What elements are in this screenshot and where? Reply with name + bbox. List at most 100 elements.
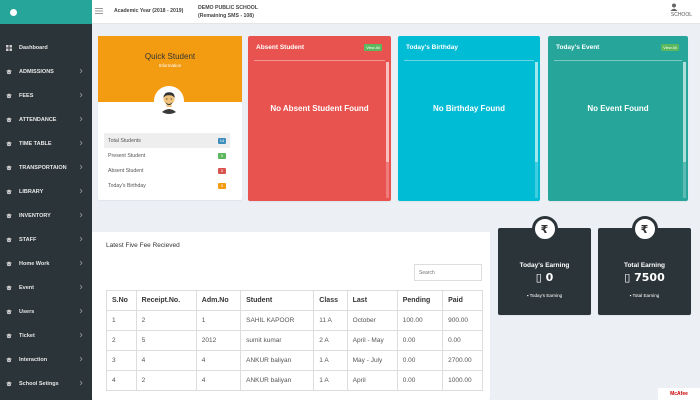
- sidebar-item-ticket[interactable]: Ticket: [0, 324, 92, 348]
- table-cell: May - July: [346, 350, 398, 371]
- dashboard-icon: [6, 45, 12, 51]
- divider: [404, 60, 534, 61]
- scrollbar-thumb[interactable]: [535, 62, 538, 162]
- stat-label: Present Student: [108, 152, 146, 159]
- table-cell: ANKUR baliyan: [240, 350, 315, 371]
- graduation-icon: [6, 381, 12, 387]
- column-header[interactable]: Receipt.No.: [135, 290, 197, 311]
- sms-remaining: (Remaining SMS - 108): [198, 13, 254, 19]
- table-row: 3 4 4 ANKUR baliyan 1 A May - July 0.00 2700.00: [106, 350, 483, 371]
- logo[interactable]: [0, 0, 92, 24]
- school-name: DEMO PUBLIC SCHOOL (Remaining SMS - 108): [198, 4, 258, 20]
- sidebar-item-home-work[interactable]: Home Work: [0, 252, 92, 276]
- quick-student-card: Quick Student Information Total Students…: [98, 36, 242, 200]
- fee-search-input[interactable]: [414, 264, 482, 281]
- sidebar-item-fees[interactable]: FEES: [0, 84, 92, 108]
- chevron-right-icon: [78, 116, 84, 122]
- sidebar: Dashboard ADMISSIONS FEES ATTENDANCE TIME TA…: [0, 0, 92, 400]
- user-label: SCHOOL: [670, 12, 692, 18]
- sidebar-item-label: TRANSPORTAION: [19, 165, 67, 171]
- column-header[interactable]: Student: [240, 290, 315, 311]
- sidebar-item-users[interactable]: Users: [0, 300, 92, 324]
- table-cell: ANKUR baliyan: [240, 370, 315, 391]
- mcafee-badge[interactable]: McAfee: [658, 388, 700, 400]
- graduation-icon: [6, 69, 12, 75]
- table-cell: April: [346, 370, 398, 391]
- count-badge: 14: [218, 137, 226, 144]
- column-header[interactable]: Class: [313, 290, 348, 311]
- academic-year[interactable]: Academic Year (2018 - 2019): [114, 8, 183, 14]
- top-header: Academic Year (2018 - 2019) DEMO PUBLIC …: [92, 0, 700, 24]
- sidebar-item-library[interactable]: LIBRARY: [0, 180, 92, 204]
- graduation-icon: [6, 141, 12, 147]
- logo-mark: [10, 8, 17, 16]
- chevron-right-icon: [78, 188, 84, 194]
- event-view-all-button[interactable]: View All: [661, 44, 679, 51]
- table-cell: 3: [106, 350, 137, 371]
- sidebar-item-dashboard[interactable]: Dashboard: [0, 36, 92, 60]
- table-cell: 0.00: [396, 330, 444, 351]
- scrollbar-thumb[interactable]: [386, 62, 389, 162]
- chevron-right-icon: [78, 68, 84, 74]
- graduation-icon: [6, 237, 12, 243]
- event-scrollbar[interactable]: [683, 62, 686, 198]
- column-header[interactable]: Pending: [396, 290, 444, 311]
- total-earning-card: ₹ Total Earning ▯ 7500 ▪ Total Earning: [598, 216, 691, 315]
- student-stat-row[interactable]: Present Student 0: [104, 148, 230, 163]
- student-stat-row[interactable]: Absent Student 0: [104, 163, 230, 178]
- table-cell: 1 A: [313, 350, 348, 371]
- column-header[interactable]: Last: [346, 290, 398, 311]
- chevron-right-icon: [78, 332, 84, 338]
- sidebar-item-staff[interactable]: STAFF: [0, 228, 92, 252]
- fee-title: Latest Five Fee Recieved: [106, 242, 180, 249]
- sidebar-item-attendance[interactable]: ATTENDANCE: [0, 108, 92, 132]
- table-cell: 0.00: [396, 370, 444, 391]
- absent-scrollbar[interactable]: [386, 62, 389, 198]
- column-header[interactable]: Adm.No: [195, 290, 242, 311]
- table-cell: 4: [195, 350, 242, 371]
- rupee-icon: ₹: [631, 216, 658, 242]
- hamburger-icon[interactable]: [95, 7, 103, 15]
- quick-student-subtitle: Information: [158, 63, 182, 68]
- sidebar-item-inventory[interactable]: INVENTORY: [0, 204, 92, 228]
- column-header[interactable]: S.No: [106, 290, 137, 311]
- divider: [554, 60, 682, 61]
- table-row: 2 5 2012 sumit kumar 2 A April - May 0.00 0.00: [106, 330, 483, 351]
- table-cell: 1000.00: [442, 370, 483, 391]
- chevron-right-icon: [78, 284, 84, 290]
- sidebar-item-admissions[interactable]: ADMISSIONS: [0, 60, 92, 84]
- table-cell: October: [346, 310, 398, 331]
- chevron-right-icon: [78, 140, 84, 146]
- sidebar-item-interaction[interactable]: Interaction: [0, 348, 92, 372]
- absent-view-all-button[interactable]: View All: [364, 44, 382, 51]
- table-cell: 2: [106, 330, 137, 351]
- graduation-icon: [6, 93, 12, 99]
- table-cell: 2: [135, 310, 197, 331]
- birthday-scrollbar[interactable]: [535, 62, 538, 198]
- table-cell: 11 A: [313, 310, 348, 331]
- sidebar-item-time-table[interactable]: TIME TABLE: [0, 132, 92, 156]
- student-stat-row[interactable]: Today's Birthday 0: [104, 178, 230, 193]
- event-card: Today's Event View All No Event Found: [548, 36, 688, 201]
- student-stat-row[interactable]: Total Students 14: [104, 133, 230, 148]
- sidebar-item-school-setings[interactable]: School Setings: [0, 372, 92, 396]
- sidebar-item-transportaion[interactable]: TRANSPORTAION: [0, 156, 92, 180]
- event-title: Today's Event: [556, 44, 600, 51]
- sidebar-item-label: Ticket: [19, 333, 35, 339]
- stat-label: Absent Student: [108, 167, 144, 174]
- avatar: [154, 86, 184, 116]
- sidebar-item-event[interactable]: Event: [0, 276, 92, 300]
- stat-label: Today's Birthday: [108, 182, 146, 189]
- sidebar-item-label: Event: [19, 285, 34, 291]
- table-cell: SAHIL KAPOOR: [240, 310, 315, 331]
- count-badge: 0: [218, 182, 226, 189]
- chevron-right-icon: [78, 236, 84, 242]
- total-earning-footer: ▪ Total Earning: [629, 293, 660, 298]
- today-earning-footer: ▪ Today's Earning: [526, 293, 563, 298]
- fee-card: Latest Five Fee Recieved S.NoReceipt.No.…: [92, 232, 490, 400]
- scrollbar-thumb[interactable]: [683, 62, 686, 162]
- chevron-right-icon: [78, 164, 84, 170]
- column-header[interactable]: Paid: [442, 290, 483, 311]
- chevron-right-icon: [78, 308, 84, 314]
- today-earning-label: Today's Earning: [519, 262, 570, 269]
